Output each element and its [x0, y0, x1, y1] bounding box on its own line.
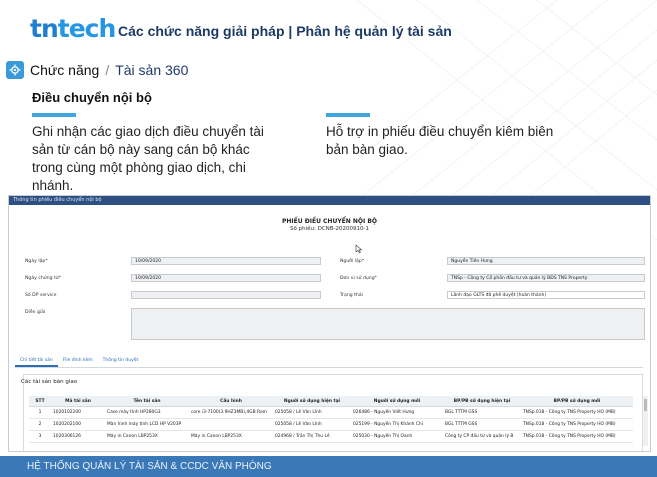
app-screenshot: Thông tin phiếu điều chuyển nội bộ PHIẾU… — [8, 195, 651, 452]
column-header[interactable]: BP/PB sử dụng mới — [521, 396, 633, 407]
ngay-lap-label: Ngày lập* — [25, 259, 48, 264]
cell: 1020306126 — [51, 430, 105, 443]
cell: 024968 / Trần Thị Thu Lê — [273, 430, 351, 443]
cell: Màn hình máy tính LCD HP V203P — [105, 418, 189, 431]
column-header[interactable]: Người sử dụng hiện tại — [273, 396, 351, 407]
dien-giai-field[interactable] — [131, 308, 645, 340]
cell: 1020102200 — [51, 406, 105, 419]
feature-text: Ghi nhận các giao dịch điều chuyển tài s… — [32, 124, 264, 193]
page-title: Các chức năng giải pháp | Phân hệ quản l… — [118, 23, 452, 39]
cell: BGL TTTM GSS — [443, 406, 521, 419]
tab-approval-info[interactable]: Thông tin duyệt — [98, 356, 144, 367]
page-header: tntech Các chức năng giải pháp | Phân hệ… — [0, 0, 657, 58]
breadcrumb-root[interactable]: Chức năng — [30, 62, 99, 78]
detail-tabs: Chi tiết tài sản File đính kèm Thông tin… — [15, 356, 143, 367]
dien-giai-label: Diễn giải — [25, 310, 46, 315]
gear-icon — [6, 61, 24, 79]
tab-attachments[interactable]: File đính kèm — [58, 356, 98, 367]
assets-title: Các tài sản bàn giao — [21, 379, 78, 385]
so-dp-label: Số DP service — [25, 293, 57, 298]
cell: Case máy tính HP280G3 — [105, 406, 189, 419]
cell[interactable]: 026486 - Nguyễn Viết Hưng — [351, 406, 443, 419]
cell: TNSp.018 - Công ty TNS Property HO (MB) — [521, 418, 633, 431]
column-header[interactable]: Tên tài sản — [105, 396, 189, 407]
cell: TNSp.018 - Công ty TNS Property HO (MB) — [521, 430, 633, 443]
cell: 3 — [29, 430, 51, 443]
column-header[interactable]: Người sử dụng mới — [351, 396, 443, 407]
cell: Máy in Canon LBP253X — [189, 430, 273, 443]
form-title: PHIẾU ĐIỀU CHUYỂN NỘI BỘ — [282, 218, 377, 225]
cell: 1 — [29, 406, 51, 419]
feature-print-handover: Hỗ trợ in phiếu điều chuyển kiêm biên bả… — [326, 113, 566, 159]
column-header[interactable]: STT — [29, 396, 51, 407]
accent-bar — [326, 113, 370, 117]
cell: 1020202100 — [51, 418, 105, 431]
mouse-cursor-icon — [355, 244, 363, 254]
table-row[interactable]: 3 1020306126 Máy in Canon LBP253X Máy in… — [29, 430, 633, 443]
column-header[interactable]: BP/PB sử dụng hiện tại — [443, 396, 521, 407]
cell: TNSp.018 - Công ty TNS Property HO (MB) — [521, 406, 633, 419]
assets-table: STT Mã tài sản Tên tài sản Cấu hình Ngườ… — [29, 396, 633, 443]
cell: Máy in Canon LBP253X — [105, 430, 189, 443]
feature-text: Hỗ trợ in phiếu điều chuyển kiêm biên bả… — [326, 124, 554, 157]
page-footer: HỆ THỐNG QUẢN LÝ TÀI SẢN & CCDC VĂN PHÒN… — [0, 456, 657, 477]
trang-thai-label: Trạng thái — [340, 293, 363, 298]
table-row[interactable]: 2 1020202100 Màn hình máy tính LCD HP V2… — [29, 418, 633, 431]
cell: BGL TTTM GSS — [443, 418, 521, 431]
ngay-lap-field[interactable]: 10/09/2020 — [131, 257, 321, 265]
table-header-row: STT Mã tài sản Tên tài sản Cấu hình Ngườ… — [29, 396, 633, 407]
nguoi-lap-field[interactable]: Nguyễn Tiến Hưng — [447, 257, 645, 265]
cell[interactable]: 025030 - Nguyễn Thị Oanh — [351, 430, 443, 443]
ngay-chung-tu-label: Ngày chứng từ* — [25, 276, 61, 281]
trang-thai-select[interactable]: Lãnh đạo GLTS đã phê duyệt (hoàn thành) — [447, 291, 645, 299]
cell[interactable]: 025199 - Nguyễn Thị Khánh Chi — [351, 418, 443, 431]
table-row[interactable]: 1 1020102200 Case máy tính HP280G3 core … — [29, 406, 633, 419]
column-header[interactable]: Cấu hình — [189, 396, 273, 407]
scrollbar-thumb[interactable] — [644, 399, 647, 411]
brand-logo: tntech — [30, 14, 116, 43]
tab-divider — [15, 367, 643, 368]
nguoi-lap-label: Người lập* — [340, 259, 365, 264]
don-vi-field[interactable]: TNSp - Công ty Cổ phần đầu tư và quản lý… — [447, 274, 645, 282]
window-titlebar: Thông tin phiếu điều chuyển nội bộ — [9, 196, 650, 205]
accent-bar — [32, 113, 76, 117]
form-number: Số phiếu: DCNB-20200910-1 — [289, 226, 369, 232]
feature-record-transfer: Ghi nhận các giao dịch điều chuyển tài s… — [32, 113, 272, 195]
cell: 025058 / Lê Văn Lĩnh — [273, 406, 351, 419]
cell: 2 — [29, 418, 51, 431]
cell: 025058 / Lê Văn Lĩnh — [273, 418, 351, 431]
cell: core i3-7100(3.9HZ3MB),4GB Ram — [189, 406, 273, 419]
cell — [189, 418, 273, 431]
cell: Công ty CP đầu tư và quản lý B — [443, 430, 521, 443]
tab-asset-detail[interactable]: Chi tiết tài sản — [15, 356, 58, 367]
column-header[interactable]: Mã tài sản — [51, 396, 105, 407]
section-title: Điều chuyển nội bộ — [32, 90, 152, 105]
breadcrumb-current: Tài sản 360 — [115, 62, 189, 78]
don-vi-label: Đơn vị sử dụng* — [340, 276, 377, 281]
ngay-chung-tu-field[interactable]: 10/09/2020 — [131, 274, 321, 282]
breadcrumb: Chức năng / Tài sản 360 — [6, 61, 188, 79]
so-dp-field[interactable] — [131, 291, 321, 299]
breadcrumb-separator: / — [105, 62, 110, 78]
